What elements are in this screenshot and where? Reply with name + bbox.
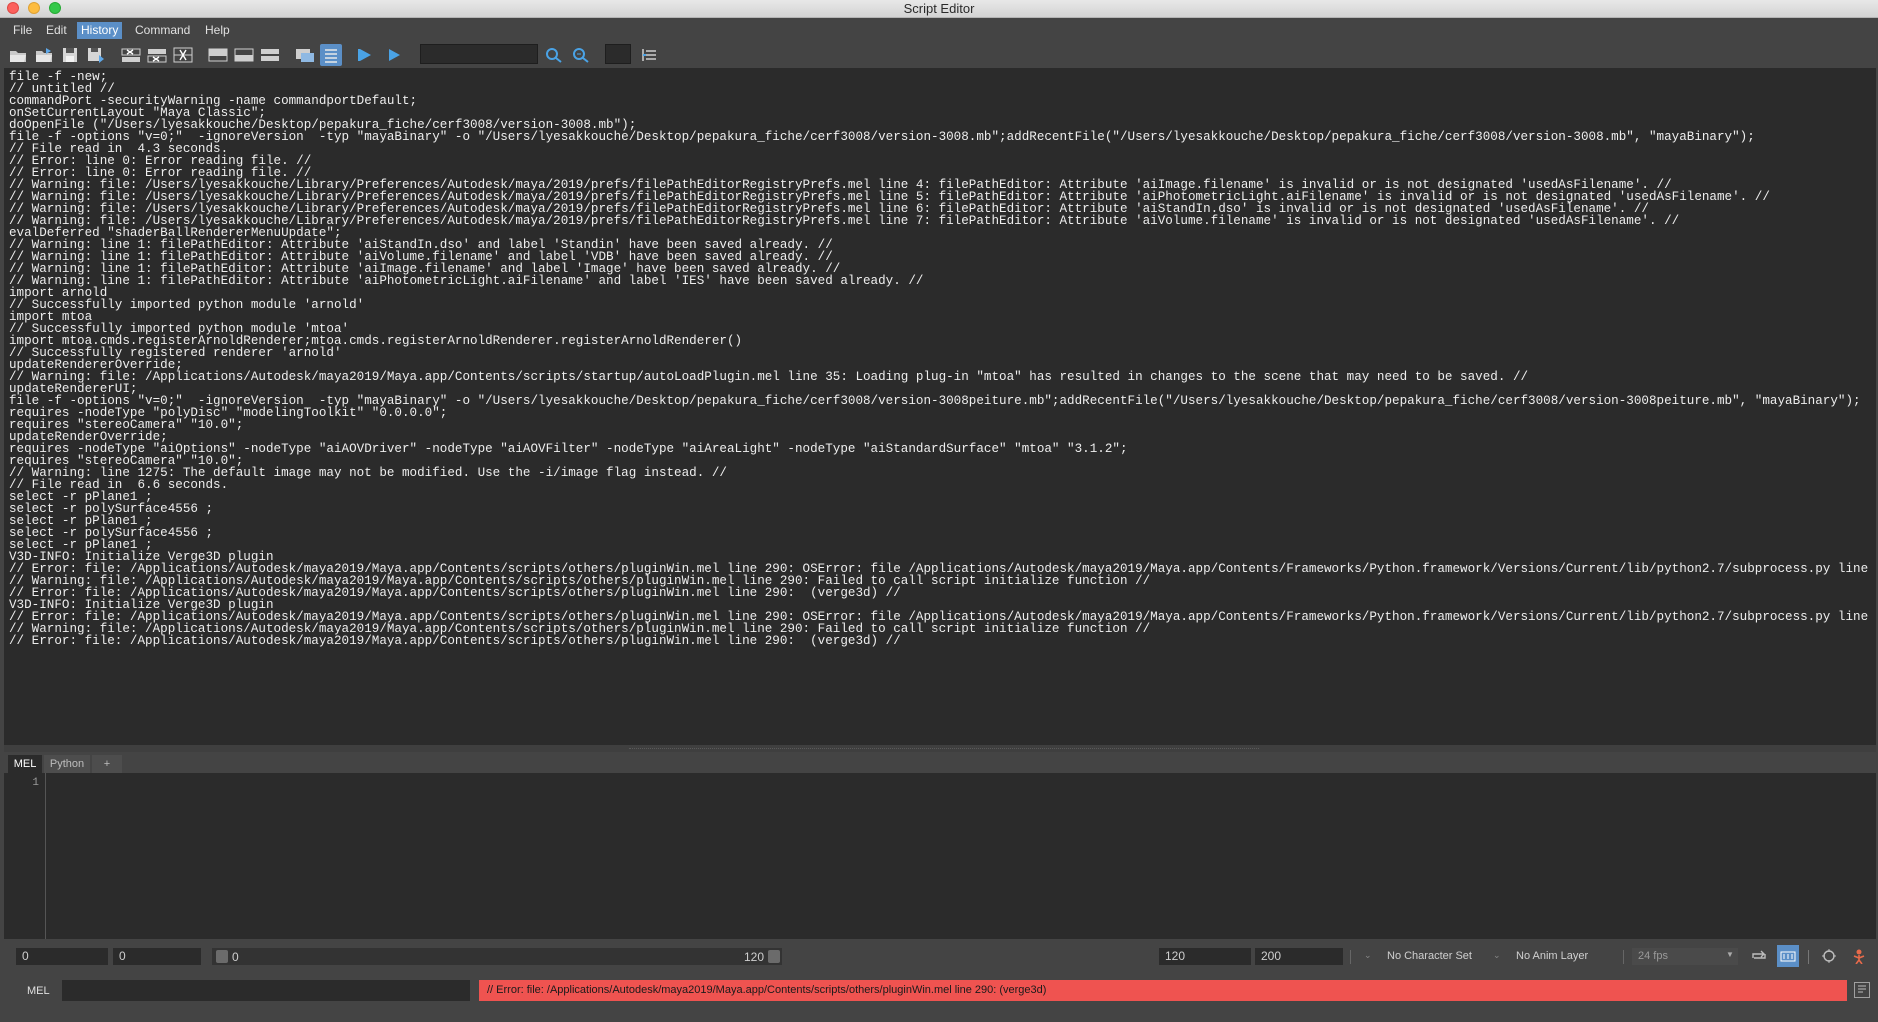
execute-all-icon[interactable] [355,44,377,66]
clear-history-icon[interactable] [120,44,142,66]
separator [1623,950,1624,964]
open-script-icon[interactable] [7,44,29,66]
script-history-panel[interactable]: file -f -new; // untitled // commandPort… [4,68,1876,745]
clear-input-icon[interactable] [146,44,168,66]
history-line: // Error: file: /Applications/Autodesk/m… [9,634,901,648]
loop-icon[interactable] [1748,945,1770,967]
show-input-icon[interactable] [233,44,255,66]
range-start-handle[interactable] [216,950,228,963]
animation-preferences-icon[interactable] [1819,945,1841,967]
command-result-field: // Error: file: /Applications/Autodesk/m… [479,980,1847,1001]
editor-tab-bar: MEL Python + [4,753,1876,773]
range-start-label: 0 [232,950,239,964]
history-line: file -f -options "v=0;" -ignoreVersion -… [9,130,1755,144]
source-script-icon[interactable] [33,44,55,66]
character-set-menu[interactable]: No Character Set [1387,950,1472,962]
animation-start-field[interactable]: 0 [16,948,108,965]
range-slider-bar: 0 0 0 120 120 200 ⌄ No Character Set ⌄ N… [0,944,1878,970]
menu-help[interactable]: Help [201,22,234,39]
line-numbers-icon[interactable] [320,44,342,66]
fps-label: 24 fps [1638,950,1668,962]
window-title-bar: Script Editor [0,0,1878,18]
panel-splitter[interactable] [4,745,1876,752]
search-icon[interactable] [543,44,565,66]
range-end-label: 120 [744,950,765,964]
menu-command[interactable]: Command [131,22,194,39]
splitter-grip-icon[interactable] [629,748,1259,750]
goto-line-icon[interactable] [638,44,660,66]
fps-dropdown[interactable]: 24 fps ▼ [1632,948,1738,965]
execute-icon[interactable] [383,44,405,66]
chevron-down-icon[interactable]: ⌄ [1364,950,1372,961]
separator [1350,950,1351,964]
history-output-text: file -f -new; // untitled // commandPort… [4,68,1876,648]
toolbar [0,43,1878,68]
tab-python[interactable]: Python [44,755,90,773]
chevron-down-icon[interactable]: ⌄ [1493,950,1501,961]
menu-edit[interactable]: Edit [42,22,71,39]
playback-start-field[interactable]: 0 [113,948,201,965]
script-input-editor[interactable]: 1 [4,773,1876,939]
character-icon[interactable] [1848,945,1870,967]
search-next-icon[interactable] [570,44,592,66]
menu-bar: File Edit History Command Help [0,18,1878,42]
script-editor-icon[interactable] [1854,982,1870,998]
playback-end-field[interactable]: 120 [1159,948,1251,965]
save-script-icon[interactable] [59,44,81,66]
anim-layer-menu[interactable]: No Anim Layer [1516,950,1588,962]
history-line: // Warning: file: /Applications/Autodesk… [9,370,1529,384]
range-slider[interactable]: 0 120 [212,948,782,965]
range-end-handle[interactable] [768,950,780,963]
menu-file[interactable]: File [9,22,36,39]
line-number: 1 [32,777,39,789]
echo-all-commands-icon[interactable] [294,44,316,66]
show-history-icon[interactable] [207,44,229,66]
window-title: Script Editor [903,1,975,16]
command-line: MEL // Error: file: /Applications/Autode… [0,976,1878,1006]
command-language-button[interactable]: MEL [27,985,50,997]
add-tab-button[interactable]: + [92,755,122,773]
search-field[interactable] [420,44,538,64]
menu-history[interactable]: History [77,22,123,39]
save-script-to-shelf-icon[interactable] [85,44,107,66]
show-both-icon[interactable] [259,44,281,66]
command-input[interactable] [62,980,470,1001]
separator [1808,950,1809,964]
animation-end-field[interactable]: 200 [1255,948,1343,965]
tab-mel[interactable]: MEL [8,755,42,773]
history-line: // Warning: line 1: filePathEditor: Attr… [9,274,924,288]
chevron-down-icon: ▼ [1726,950,1734,959]
line-number-gutter: 1 [4,773,46,939]
goto-line-field[interactable] [605,44,631,64]
auto-key-icon[interactable] [1777,945,1799,967]
clear-all-icon[interactable] [172,44,194,66]
